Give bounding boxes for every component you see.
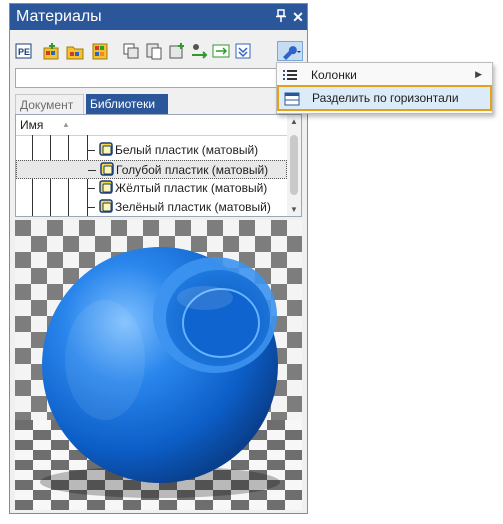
scroll-down-icon[interactable]: ▼ [290, 205, 298, 214]
context-menu: Колонки ▶ Разделить по горизонтали [276, 62, 493, 114]
material-icon [100, 162, 115, 177]
column-header-name[interactable]: Имя [20, 118, 43, 132]
columns-list-icon [282, 67, 298, 83]
split-horizontal-icon [284, 91, 300, 107]
add-library-icon[interactable] [41, 41, 61, 61]
list-item-label: Зелёный пластик (матовый) [115, 200, 271, 214]
list-item[interactable]: Жёлтый пластик (матовый) [16, 179, 287, 198]
menu-item-columns[interactable]: Колонки ▶ [277, 64, 490, 86]
panel-toolbar: PE [10, 40, 307, 64]
materials-panel: Материалы ✕ PE Документ Библиотеки Имя ▲… [9, 3, 308, 514]
tree-connector [87, 150, 95, 151]
material-icon [99, 180, 114, 195]
materials-list: Имя ▲ Белый пластик (матовый) Голубой пл… [15, 114, 302, 217]
new-library-icon[interactable] [90, 41, 110, 61]
list-item[interactable]: Белый пластик (матовый) [16, 141, 287, 160]
list-item-label: Жёлтый пластик (матовый) [115, 181, 268, 195]
material-icon [99, 199, 114, 214]
pin-icon[interactable] [273, 9, 289, 25]
menu-item-label: Колонки [311, 68, 357, 82]
tree-connector [88, 170, 96, 171]
submenu-arrow-icon: ▶ [475, 69, 482, 79]
settings-wrench-icon[interactable] [277, 41, 303, 61]
list-scrollbar[interactable]: ▲ ▼ [287, 115, 301, 216]
list-item-label: Белый пластик (матовый) [115, 143, 259, 157]
tab-document[interactable]: Документ [15, 94, 84, 114]
panel-title: Материалы [16, 8, 102, 25]
list-item-selected[interactable]: Голубой пластик (матовый) [16, 160, 287, 179]
list-header: Имя ▲ [16, 115, 287, 136]
library-combo[interactable]: ▼ [15, 68, 302, 88]
open-folder-icon[interactable] [65, 41, 85, 61]
list-item[interactable]: Зелёный пластик (матовый) [16, 198, 287, 216]
paste-icon[interactable] [144, 41, 164, 61]
copy-icon[interactable] [121, 41, 141, 61]
tree-connector [87, 188, 95, 189]
svg-text:PE: PE [18, 47, 30, 57]
tab-libraries[interactable]: Библиотеки [86, 94, 168, 114]
replace-icon[interactable] [211, 41, 231, 61]
scroll-up-icon[interactable]: ▲ [290, 117, 298, 126]
filter-icon[interactable] [233, 41, 253, 61]
material-icon [99, 142, 114, 157]
sort-ascending-icon: ▲ [62, 120, 70, 129]
menu-item-split-horizontal[interactable]: Разделить по горизонтали [277, 85, 492, 111]
material-preview [15, 220, 302, 510]
list-item-label: Голубой пластик (матовый) [116, 163, 269, 177]
panel-title-bar: Материалы ✕ [10, 4, 307, 30]
eyedropper-icon[interactable] [189, 41, 209, 61]
new-material-icon[interactable] [167, 41, 187, 61]
tree-connector [87, 207, 95, 208]
properties-icon[interactable]: PE [14, 41, 34, 61]
scroll-thumb[interactable] [290, 135, 298, 195]
close-icon[interactable]: ✕ [290, 9, 306, 25]
menu-item-label: Разделить по горизонтали [312, 91, 459, 105]
